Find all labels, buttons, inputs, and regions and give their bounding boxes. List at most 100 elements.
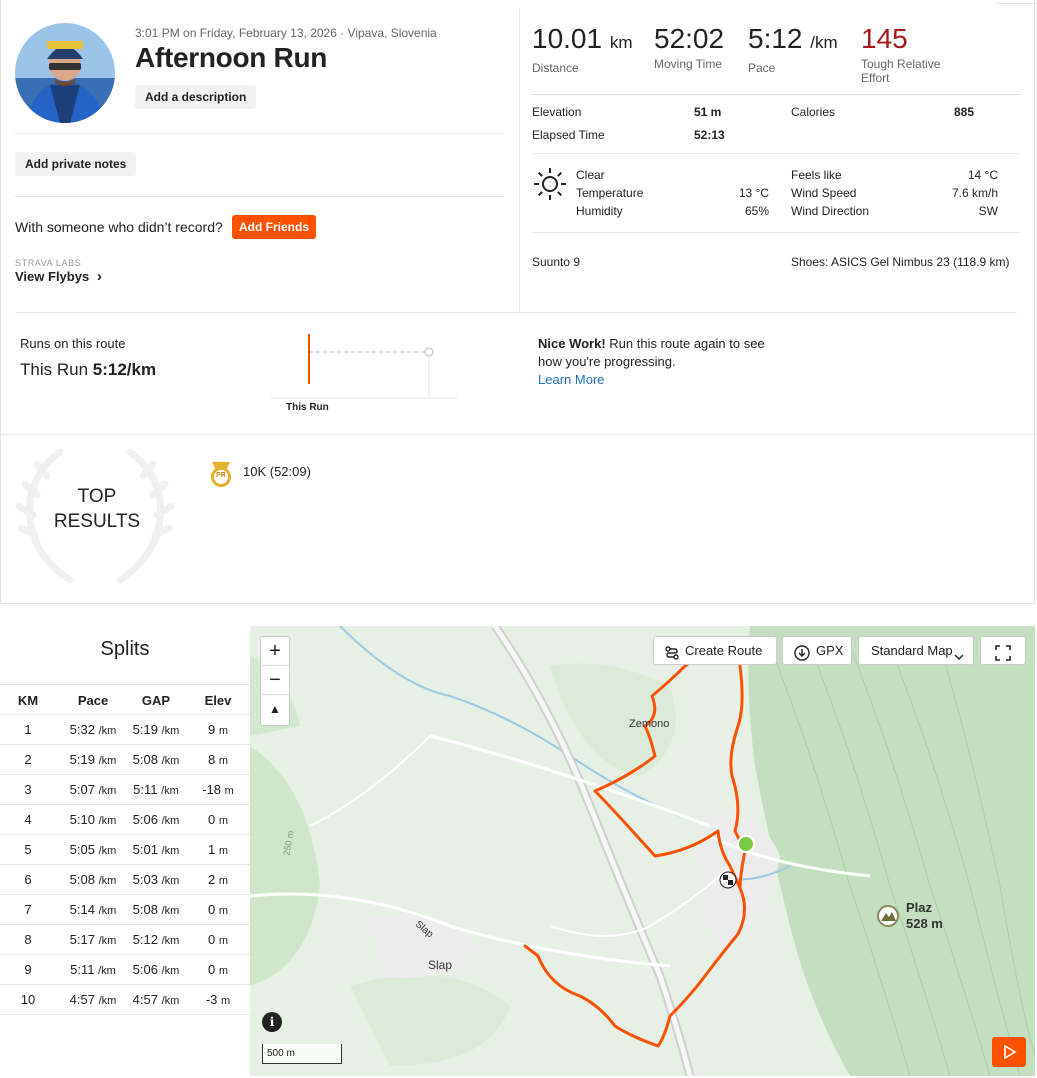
split-elev-value: 9 — [207, 722, 216, 737]
split-gap-value: 5:11 — [133, 782, 158, 797]
pr-badge-text: PR — [216, 472, 226, 479]
add-private-notes-button[interactable]: Add private notes — [15, 152, 137, 176]
split-row[interactable]: 8 5:17 /km 5:12 /km 0 m — [0, 924, 250, 954]
split-pace: 5:11 /km — [60, 962, 126, 977]
split-elev: -18 m — [190, 782, 246, 797]
split-gap-value: 5:03 — [132, 872, 158, 887]
stat-moving-time: 52:02 Moving Time — [654, 24, 724, 72]
strava-labs-label: STRAVA LABS — [15, 258, 82, 268]
split-pace: 5:08 /km — [60, 872, 126, 887]
split-row[interactable]: 4 5:10 /km 5:06 /km 0 m — [0, 804, 250, 834]
info-icon[interactable]: i — [262, 1012, 282, 1032]
divider — [15, 133, 504, 134]
learn-more-link[interactable]: Learn More — [538, 372, 604, 387]
split-pace: 5:32 /km — [60, 722, 126, 737]
split-km: 1 — [8, 722, 48, 737]
split-row[interactable]: 5 5:05 /km 5:01 /km 1 m — [0, 834, 250, 864]
temperature-value: 13 °C — [738, 186, 769, 200]
split-row[interactable]: 9 5:11 /km 5:06 /km 0 m — [0, 954, 250, 984]
split-gap-unit: /km — [161, 995, 180, 1007]
split-gap-value: 5:08 — [132, 902, 158, 917]
split-gap-unit: /km — [161, 845, 180, 857]
split-row[interactable]: 6 5:08 /km 5:03 /km 2 m — [0, 864, 250, 894]
split-gap-unit: /km — [161, 905, 180, 917]
view-flybys-link[interactable]: View Flybys › — [15, 268, 102, 285]
pr-medal-icon[interactable]: PR — [209, 460, 233, 488]
download-icon — [794, 643, 810, 670]
split-pace-value: 5:17 — [69, 932, 95, 947]
stat-distance: 10.01 km Distance — [532, 24, 633, 76]
elevation-value: 51 m — [694, 105, 722, 119]
zoom-in-button[interactable]: + — [261, 637, 289, 666]
route-map[interactable]: + − ▲ Create Route GPX Standard Map Zemo… — [250, 626, 1035, 1076]
pace-value: 5:12 — [748, 23, 803, 54]
split-gap: 5:08 /km — [124, 902, 188, 917]
split-row[interactable]: 2 5:19 /km 5:08 /km 8 m — [0, 744, 250, 774]
start-marker[interactable] — [737, 835, 755, 853]
splits-header-pace: Pace — [77, 693, 109, 708]
split-pace: 5:10 /km — [60, 812, 126, 827]
split-pace-value: 5:14 — [69, 902, 95, 917]
stat-relative-effort[interactable]: 145 Tough Relative Effort — [861, 23, 940, 86]
activity-meta: 3:01 PM on Friday, February 13, 2026 · V… — [135, 26, 437, 40]
elapsed-time-label: Elapsed Time — [532, 128, 605, 142]
map-canvas[interactable] — [250, 626, 1035, 1076]
shoes-info[interactable]: Shoes: ASICS Gel Nimbus 23 (118.9 km) — [791, 255, 1010, 269]
split-row[interactable]: 3 5:07 /km 5:11 /km -18 m — [0, 774, 250, 804]
compass-icon[interactable]: ▲ — [261, 695, 289, 724]
split-pace-unit: /km — [98, 935, 117, 947]
finish-marker[interactable] — [719, 871, 737, 889]
this-run-summary: This Run 5:12/km — [20, 360, 156, 380]
calories-value: 885 — [954, 105, 975, 119]
nice-work-bold: Nice Work! — [538, 336, 606, 351]
top-results-line2: RESULTS — [53, 511, 141, 532]
split-gap-value: 5:19 — [132, 722, 158, 737]
split-gap-value: 4:57 — [132, 992, 158, 1007]
add-description-button[interactable]: Add a description — [135, 85, 257, 109]
zoom-out-button[interactable]: − — [261, 666, 289, 695]
split-elev-unit: m — [218, 725, 229, 737]
pr-result[interactable]: 10K (52:09) — [243, 464, 311, 479]
with-someone-text: With someone who didn’t record? — [15, 219, 223, 235]
split-pace-value: 5:19 — [69, 752, 95, 767]
split-km: 2 — [8, 752, 48, 767]
map-style-select[interactable]: Standard Map — [858, 636, 974, 665]
split-row[interactable]: 7 5:14 /km 5:08 /km 0 m — [0, 894, 250, 924]
split-km-value: 7 — [24, 902, 32, 917]
splits-header-elev: Elev — [204, 693, 232, 708]
top-results-title: TOP RESULTS — [41, 484, 153, 534]
split-km-value: 5 — [24, 842, 32, 857]
split-row[interactable]: 10 4:57 /km 4:57 /km -3 m — [0, 984, 250, 1014]
split-pace-unit: /km — [98, 875, 117, 887]
athlete-avatar[interactable] — [15, 23, 115, 123]
route-comparison-chart[interactable]: This Run — [271, 330, 461, 420]
split-pace-unit: /km — [98, 995, 117, 1007]
chevron-down-icon — [953, 645, 965, 672]
split-elev-value: 0 — [207, 962, 216, 977]
flyover-play-button[interactable] — [992, 1037, 1026, 1067]
split-elev: -3 m — [190, 992, 246, 1007]
feels-like-value: 14 °C — [967, 168, 998, 182]
split-elev-value: 0 — [207, 902, 216, 917]
activity-summary-card: 3:01 PM on Friday, February 13, 2026 · V… — [0, 0, 1036, 604]
splits-header-gap: GAP — [141, 693, 171, 708]
wind-direction-value: SW — [978, 204, 998, 218]
peak-marker-icon[interactable] — [877, 905, 899, 927]
view-flybys-label: View Flybys — [15, 269, 90, 284]
add-friends-button[interactable]: Add Friends — [232, 215, 316, 239]
fullscreen-icon — [995, 643, 1011, 670]
split-km-value: 2 — [24, 752, 32, 767]
fullscreen-button[interactable] — [980, 636, 1026, 665]
split-km-value: 4 — [24, 812, 32, 827]
pace-unit: /km — [810, 33, 838, 52]
split-pace-value: 5:08 — [69, 872, 95, 887]
create-route-button[interactable]: Create Route — [653, 636, 777, 665]
play-icon — [1002, 1044, 1018, 1063]
split-elev-unit: m — [218, 935, 229, 947]
this-run-pace: 5:12/km — [92, 360, 157, 379]
split-elev-unit: m — [221, 995, 231, 1007]
split-row[interactable]: 1 5:32 /km 5:19 /km 9 m — [0, 714, 250, 744]
wind-speed-label: Wind Speed — [791, 186, 857, 200]
relative-effort-value: 145 — [861, 23, 908, 54]
gpx-button[interactable]: GPX — [782, 636, 852, 665]
